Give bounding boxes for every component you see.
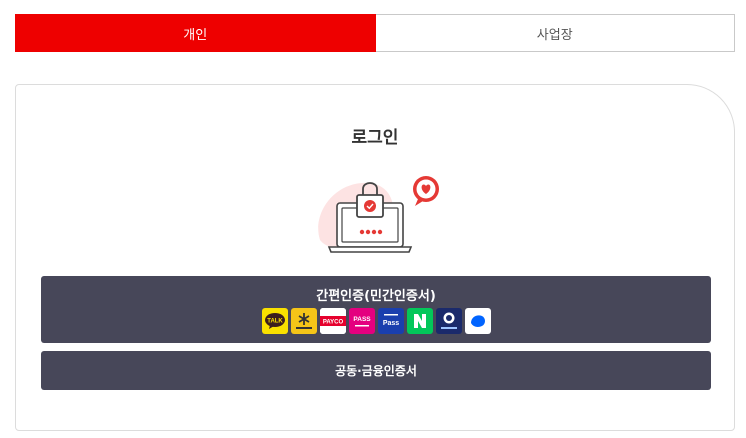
laptop-lock-illustration (318, 176, 439, 253)
kakao-icon: TALK (261, 308, 288, 334)
tab-business[interactable]: 사업장 (375, 15, 734, 51)
simple-auth-label: 간편인증(민간인증서) (316, 289, 436, 304)
svg-text:Pass: Pass (382, 320, 398, 327)
login-card: 로그인 간편인증(민간인증서) TALK PAYCO PASS Pass 공동·… (15, 84, 735, 431)
cert-auth-button[interactable]: 공동·금융인증서 (41, 351, 711, 390)
tab-bar: 개인 사업장 (15, 14, 735, 52)
login-title: 로그인 (351, 128, 399, 148)
pass-pink-icon: PASS (348, 308, 375, 334)
shinhan-icon (435, 308, 462, 334)
payco-icon: PAYCO (319, 308, 346, 334)
svg-text:TALK: TALK (267, 319, 283, 325)
cert-auth-label: 공동·금융인증서 (335, 364, 417, 378)
kb-icon (290, 308, 317, 334)
toss-icon (464, 308, 491, 334)
provider-icon-row: TALK PAYCO PASS Pass (41, 308, 711, 334)
simple-auth-button[interactable]: 간편인증(민간인증서) TALK PAYCO PASS Pass (41, 276, 711, 343)
naver-icon (406, 308, 433, 334)
pass-blue-icon: Pass (377, 308, 404, 334)
svg-text:PAYCO: PAYCO (322, 320, 343, 326)
svg-text:PASS: PASS (353, 316, 371, 323)
tab-personal[interactable]: 개인 (15, 14, 376, 52)
